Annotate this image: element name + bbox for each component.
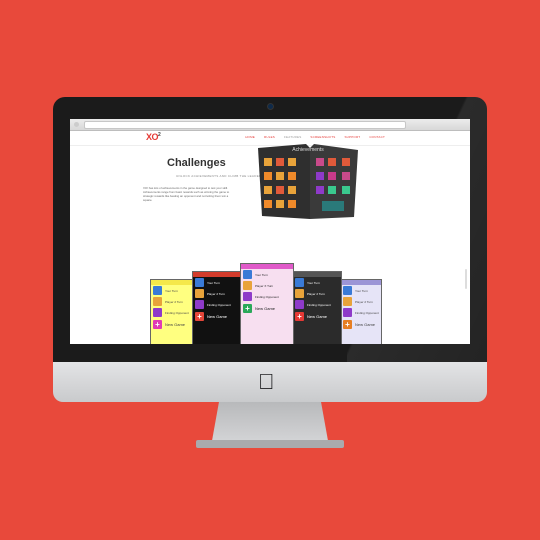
- board-thumbnail: [153, 286, 162, 295]
- game-status-label: Finding Opponent: [307, 302, 331, 307]
- new-game-button[interactable]: + New Game: [241, 302, 293, 315]
- game-list-item[interactable]: Player 2 Turn: [193, 288, 241, 299]
- new-game-label: New Game: [307, 314, 328, 319]
- browser-toolbar: [70, 119, 470, 131]
- nav-item-rules[interactable]: RULES: [264, 135, 275, 139]
- new-game-label: New Game: [165, 322, 186, 327]
- game-status-label: Your Turn: [207, 280, 220, 285]
- game-status-label: Your Turn: [307, 280, 320, 285]
- phone-screen-3: Your Turn Player X Turn Finding Opponent + N…: [240, 263, 294, 344]
- game-list-item[interactable]: Your Turn: [151, 285, 193, 296]
- page-scrollbar[interactable]: [465, 269, 467, 289]
- game-status-label: Player 2 Turn: [307, 291, 325, 296]
- game-status-label: Your Turn: [165, 288, 178, 293]
- game-list-item[interactable]: Player X Turn: [241, 280, 293, 291]
- board-thumbnail: [343, 297, 352, 306]
- game-status-label: Your Turn: [255, 272, 268, 277]
- game-list-item[interactable]: Your Turn: [341, 285, 381, 296]
- plus-icon: +: [243, 304, 252, 313]
- window-controls[interactable]: [74, 122, 79, 127]
- phone-screen-4: Your Turn Player 2 Turn Finding Opponent + N…: [292, 271, 342, 344]
- nav-item-contact[interactable]: CONTACT: [369, 135, 385, 139]
- plus-icon: +: [343, 320, 352, 329]
- game-list-item[interactable]: Your Turn: [193, 277, 241, 288]
- new-game-label: New Game: [355, 322, 376, 327]
- plus-icon: +: [195, 312, 204, 321]
- game-status-label: Player X Turn: [255, 283, 274, 288]
- game-list-item[interactable]: Your Turn: [293, 277, 341, 288]
- address-bar[interactable]: [84, 121, 406, 129]
- game-list-item[interactable]: Finding Opponent: [293, 299, 341, 310]
- game-status-label: Finding Opponent: [207, 302, 231, 307]
- plus-icon: +: [153, 320, 162, 329]
- new-game-button[interactable]: + New Game: [151, 318, 193, 331]
- game-status-label: Player 2 Turn: [207, 291, 225, 296]
- new-game-label: New Game: [207, 314, 228, 319]
- board-thumbnail: [295, 289, 304, 298]
- game-list-item[interactable]: Finding Opponent: [151, 307, 193, 318]
- board-thumbnail: [243, 292, 252, 301]
- new-game-button[interactable]: + New Game: [193, 310, 241, 323]
- nav-item-features[interactable]: FEATURES: [284, 135, 301, 139]
- page-title: Challenges: [167, 157, 226, 169]
- page-description: XO² has lots of achievements in the game…: [143, 186, 230, 202]
- browser-screen: XO2 HOME RULES FEATURES SCREENSHOTS SUPPORT C…: [70, 119, 470, 344]
- board-thumbnail: [295, 278, 304, 287]
- board-thumbnail: [295, 300, 304, 309]
- phone-screen-5: Your Turn Player 2 Turn Finding Opponent + N…: [340, 279, 382, 344]
- phone-screen-1: Your Turn Player 2 Turn Finding Opponent + N…: [150, 279, 194, 344]
- game-status-label: Finding Opponent: [165, 310, 189, 315]
- nav-item-home[interactable]: HOME: [245, 135, 255, 139]
- game-status-label: Your Turn: [355, 288, 368, 293]
- new-game-button[interactable]: + New Game: [293, 310, 341, 323]
- game-list-item[interactable]: Your Turn: [241, 269, 293, 280]
- book-title: Achievements: [292, 147, 324, 153]
- board-thumbnail: [195, 289, 204, 298]
- board-thumbnail: [153, 308, 162, 317]
- board-thumbnail: [243, 281, 252, 290]
- game-status-label: Finding Opponent: [355, 310, 379, 315]
- apple-logo-icon: : [258, 371, 275, 393]
- camera-icon: [267, 103, 274, 110]
- board-thumbnail: [153, 297, 162, 306]
- board-thumbnail: [195, 278, 204, 287]
- game-status-label: Finding Opponent: [255, 294, 279, 299]
- monitor-base: [196, 440, 344, 448]
- phone-screenshots: Your Turn Player 2 Turn Finding Opponent + N…: [150, 261, 382, 344]
- achievements-book-image: Achievements: [258, 144, 358, 219]
- board-thumbnail: [195, 300, 204, 309]
- game-status-label: Player 2 Turn: [165, 299, 183, 304]
- game-list-item[interactable]: Finding Opponent: [241, 291, 293, 302]
- new-game-label: New Game: [255, 306, 276, 311]
- nav-item-support[interactable]: SUPPORT: [344, 135, 360, 139]
- game-list-item[interactable]: Player 2 Turn: [151, 296, 193, 307]
- board-thumbnail: [343, 308, 352, 317]
- game-list-item[interactable]: Player 2 Turn: [341, 296, 381, 307]
- game-list-item[interactable]: Finding Opponent: [193, 299, 241, 310]
- board-thumbnail: [343, 286, 352, 295]
- site-nav: HOME RULES FEATURES SCREENSHOTS SUPPORT CONTA…: [245, 135, 385, 139]
- board-thumbnail: [243, 270, 252, 279]
- nav-item-screenshots[interactable]: SCREENSHOTS: [310, 135, 335, 139]
- phone-screen-2: Your Turn Player 2 Turn Finding Opponent + N…: [192, 271, 242, 344]
- game-list-item[interactable]: Finding Opponent: [341, 307, 381, 318]
- site-logo[interactable]: XO2: [146, 132, 161, 142]
- game-status-label: Player 2 Turn: [355, 299, 373, 304]
- game-list-item[interactable]: Player 2 Turn: [293, 288, 341, 299]
- plus-icon: +: [295, 312, 304, 321]
- new-game-button[interactable]: + New Game: [341, 318, 381, 331]
